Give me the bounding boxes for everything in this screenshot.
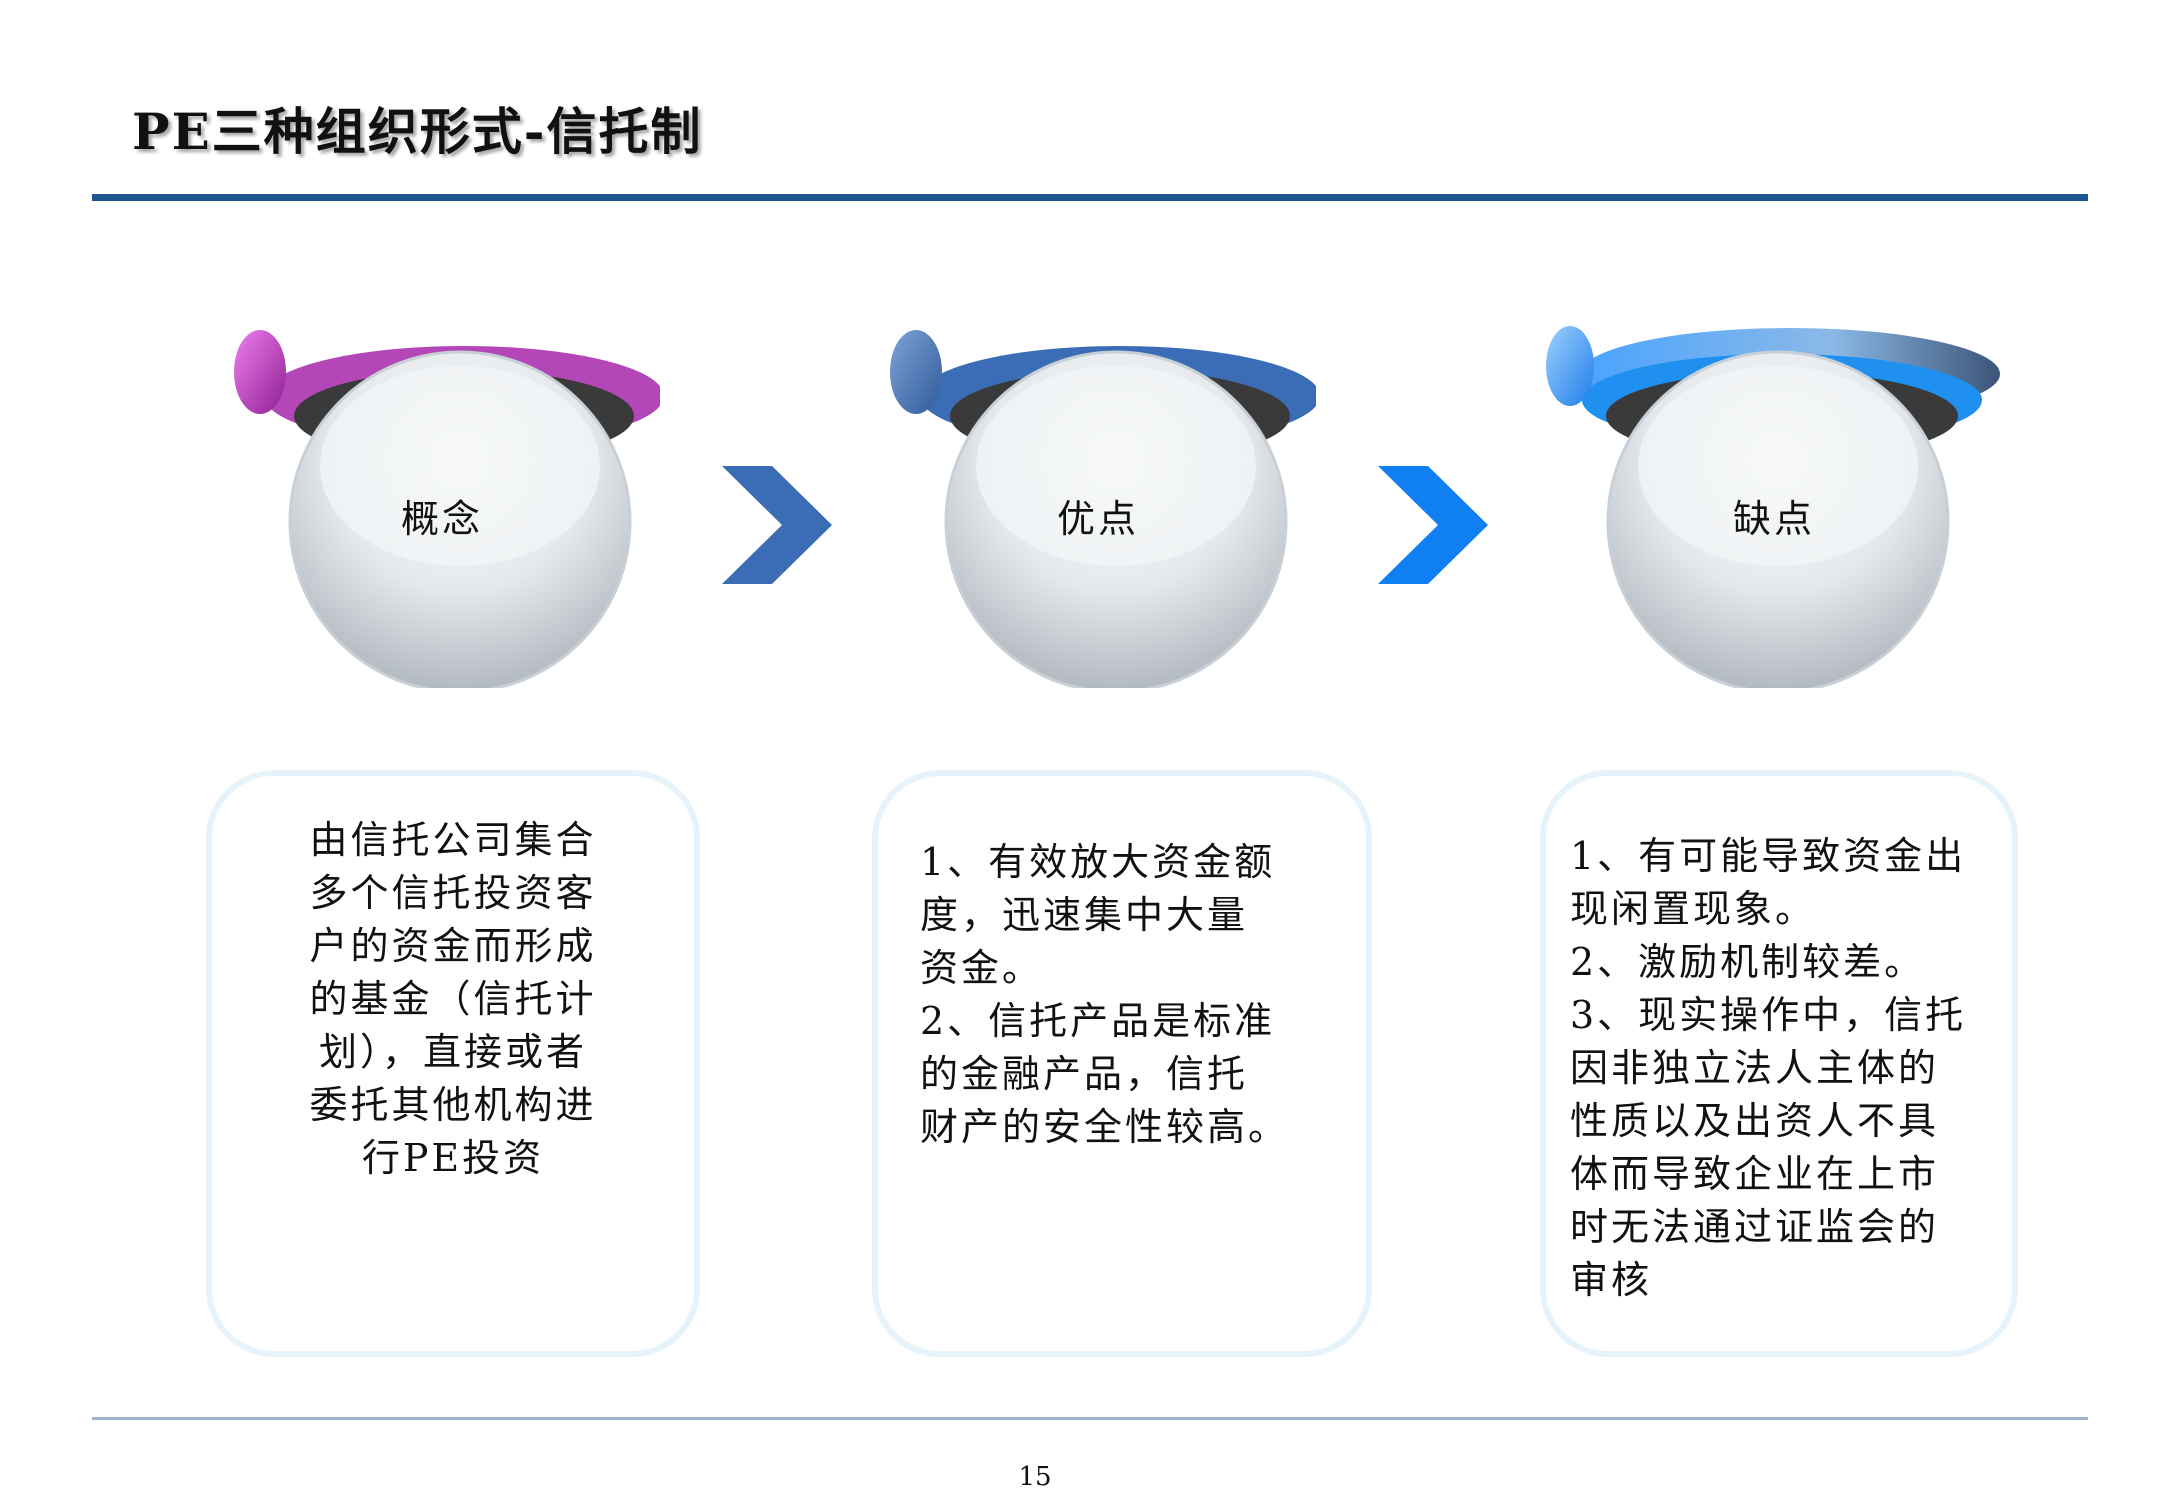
- disadvantages-text: 1、有可能导致资金出 现闲置现象。 2、激励机制较差。 3、现实操作中，信托 因…: [1570, 834, 1967, 1302]
- slide-title: PE三种组织形式-信托制: [132, 102, 703, 161]
- concept-card: 由信托公司集合 多个信托投资客 户的资金而形成 的基金（信托计 划），直接或者 …: [206, 770, 700, 1357]
- advantages-text: 1、有效放大资金额 度，迅速集中大量 资金。 2、信托产品是标准 的金融产品，信…: [920, 840, 1290, 1149]
- chevron-right-icon: [722, 466, 832, 588]
- chevron-right-icon: [1378, 466, 1488, 588]
- footer-divider: [92, 1417, 2088, 1420]
- badge-label-disadvantages: 缺点: [1732, 497, 1815, 541]
- concept-text: 由信托公司集合 多个信托投资客 户的资金而形成 的基金（信托计 划），直接或者 …: [309, 818, 597, 1180]
- badge-label-concept: 概念: [400, 497, 483, 541]
- title-divider: [92, 194, 2088, 201]
- disadvantages-card: 1、有可能导致资金出 现闲置现象。 2、激励机制较差。 3、现实操作中，信托 因…: [1540, 770, 2018, 1357]
- step-badge-disadvantages: 缺点: [1542, 316, 2002, 688]
- page-number: 15: [1018, 1462, 1052, 1492]
- step-badge-advantages: 优点: [888, 316, 1316, 688]
- step-badge-concept: 概念: [232, 316, 660, 688]
- advantages-card: 1、有效放大资金额 度，迅速集中大量 资金。 2、信托产品是标准 的金融产品，信…: [872, 770, 1372, 1357]
- badge-label-advantages: 优点: [1056, 497, 1139, 541]
